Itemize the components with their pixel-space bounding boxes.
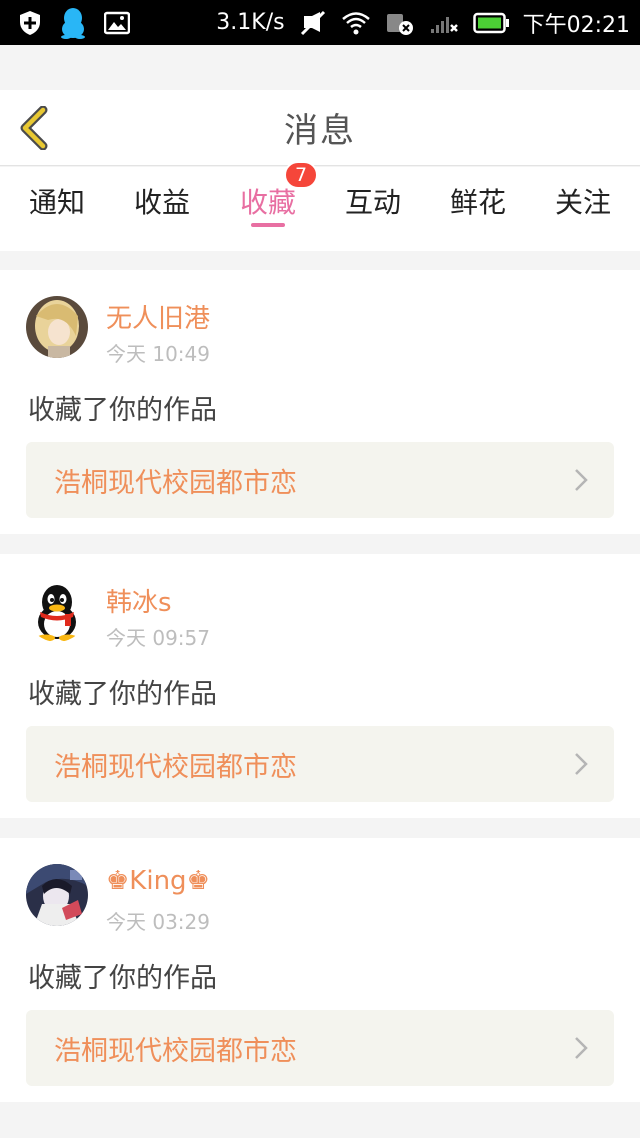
qq-penguin-icon: [60, 7, 86, 39]
clock: 下午02:21: [522, 12, 630, 38]
username[interactable]: 无人旧港: [106, 298, 210, 335]
back-arrow-icon: [20, 106, 48, 150]
avatar[interactable]: [26, 864, 88, 926]
action-text: 收藏了你的作品: [28, 395, 217, 426]
active-tab-indicator: [251, 223, 285, 227]
page-header: 消息: [0, 90, 640, 166]
timestamp: 今天 09:57: [106, 626, 210, 650]
chevron-right-icon: [575, 1037, 588, 1059]
message-card: 无人旧港 今天 10:49 收藏了你的作品 浩桐现代校园都市恋: [0, 270, 640, 534]
tab-label: 收益: [133, 186, 190, 219]
tab-notifications[interactable]: 通知: [7, 167, 107, 251]
wifi-icon: [341, 11, 371, 35]
message-tabs: 通知 收益 收藏 7 互动 鲜花 关注: [0, 161, 640, 251]
timestamp: 今天 10:49: [106, 342, 210, 366]
tab-label: 互动: [344, 186, 401, 219]
tab-interactions[interactable]: 互动: [323, 167, 423, 251]
message-card: 韩冰s 今天 09:57 收藏了你的作品 浩桐现代校园都市恋: [0, 554, 640, 818]
tab-label: 收藏: [239, 186, 296, 219]
tab-favorites[interactable]: 收藏 7: [218, 161, 318, 251]
tab-label: 关注: [554, 186, 611, 219]
work-link[interactable]: 浩桐现代校园都市恋: [26, 1010, 614, 1086]
action-text: 收藏了你的作品: [28, 679, 217, 710]
avatar[interactable]: [26, 296, 88, 358]
sim-off-icon: [385, 10, 415, 36]
status-bar: 3.1K/s 下午02:21: [0, 0, 640, 45]
network-speed: 3.1K/s: [216, 10, 285, 35]
message-card: ♚King♚ 今天 03:29 收藏了你的作品 浩桐现代校园都市恋: [0, 838, 640, 1102]
avatar[interactable]: [26, 580, 88, 642]
back-button[interactable]: [14, 104, 54, 152]
work-title: 浩桐现代校园都市恋: [54, 467, 297, 499]
action-text: 收藏了你的作品: [28, 963, 217, 994]
image-icon: [104, 11, 130, 35]
work-title: 浩桐现代校园都市恋: [54, 751, 297, 783]
tab-label: 通知: [28, 186, 85, 219]
chevron-right-icon: [575, 469, 588, 491]
top-spacer: [0, 45, 640, 90]
shield-plus-icon: [18, 10, 42, 36]
chevron-right-icon: [575, 753, 588, 775]
tab-label: 鲜花: [449, 186, 506, 219]
tab-earnings[interactable]: 收益: [112, 167, 212, 251]
battery-icon: [472, 12, 509, 34]
username[interactable]: ♚King♚: [106, 866, 210, 896]
work-title: 浩桐现代校园都市恋: [54, 1035, 297, 1067]
tab-flowers[interactable]: 鲜花: [428, 167, 528, 251]
work-link[interactable]: 浩桐现代校园都市恋: [26, 442, 614, 518]
username[interactable]: 韩冰s: [106, 582, 172, 619]
signal-off-icon: [429, 11, 459, 35]
mute-icon: [299, 10, 327, 36]
unread-badge: 7: [284, 161, 318, 189]
page-title: 消息: [284, 111, 356, 151]
tab-following[interactable]: 关注: [533, 167, 633, 251]
timestamp: 今天 03:29: [106, 910, 210, 934]
work-link[interactable]: 浩桐现代校园都市恋: [26, 726, 614, 802]
